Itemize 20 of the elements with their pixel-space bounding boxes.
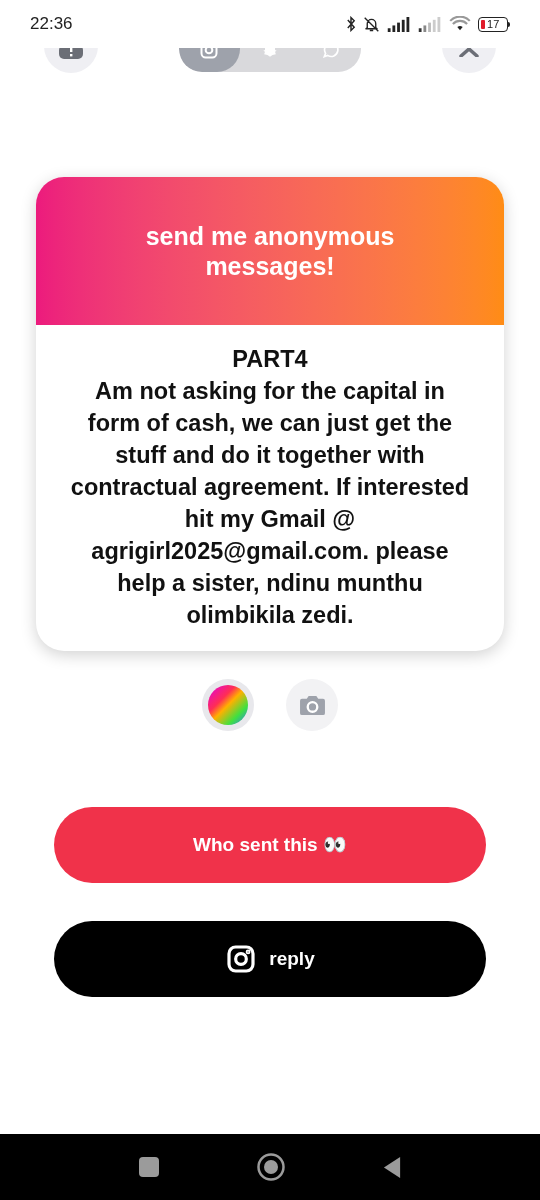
bell-off-icon <box>363 15 380 33</box>
back-icon[interactable] <box>382 1155 402 1179</box>
home-icon[interactable] <box>256 1153 285 1181</box>
signal-icon <box>387 16 411 32</box>
status-time: 22:36 <box>30 13 73 36</box>
color-wheel-icon <box>208 685 248 725</box>
camera-icon <box>298 693 326 717</box>
bluetooth-icon <box>346 16 356 32</box>
chevron-up-icon <box>459 47 479 57</box>
recents-icon[interactable] <box>138 1157 159 1177</box>
signal-icon <box>418 16 442 32</box>
battery-percent: 17 <box>487 18 500 30</box>
message-text: PART4 Am not asking for the capital in form of cash, we can just get the stuff and do it together with contractual agreement. If interested hit my Gmail @ agrigirl2025@gmail.com. please help a sister, ndinu munthu olimbikila zedi. <box>70 345 470 630</box>
reply-button[interactable]: reply <box>54 921 486 997</box>
instagram-icon <box>225 943 258 975</box>
camera-button[interactable] <box>286 679 338 731</box>
wifi-icon <box>449 16 471 32</box>
card-header: send me anonymous messages! <box>144 221 396 281</box>
color-picker-button[interactable] <box>202 679 254 731</box>
who-sent-button[interactable]: Who sent this 👀 <box>54 807 486 883</box>
